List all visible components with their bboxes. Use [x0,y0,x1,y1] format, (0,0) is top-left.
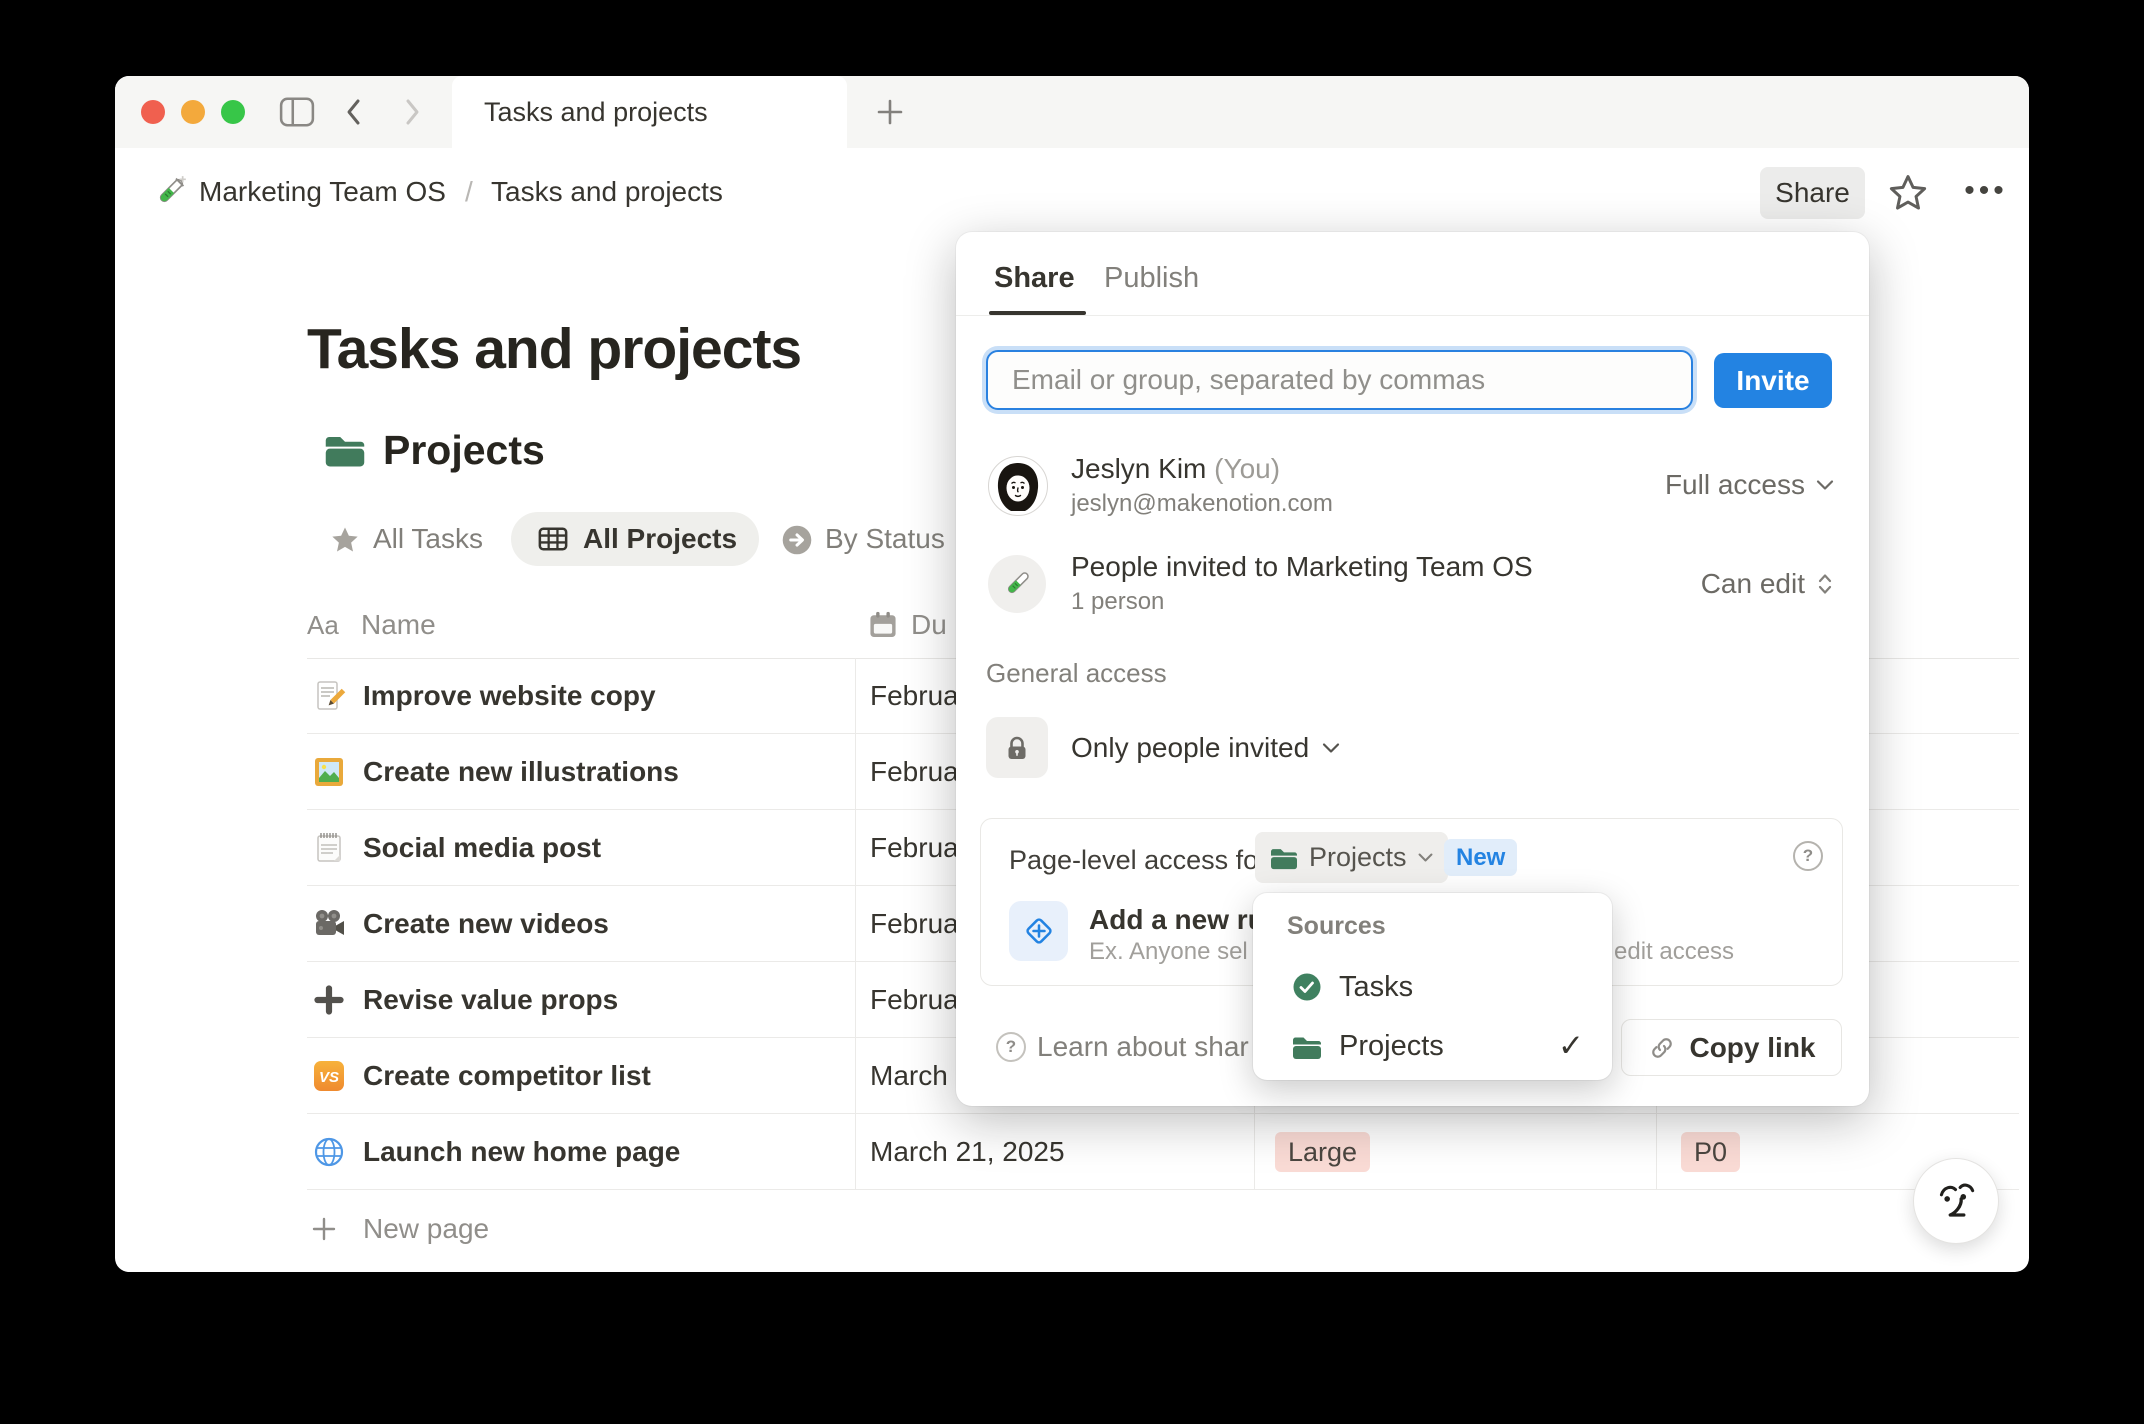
folder-icon [325,436,365,467]
lock-icon [1008,736,1026,759]
globe-icon [314,1137,344,1167]
access-dropdown-full-access[interactable]: Full access [1665,466,1835,504]
titlebar: Tasks and projects [115,76,2029,148]
person-portrait-icon [997,463,1039,511]
breadcrumb-page[interactable]: Tasks and projects [491,170,723,214]
person-name-line: Jeslyn Kim (You) [1071,453,1281,484]
tab-tasks-and-projects[interactable]: Tasks and projects [452,76,847,148]
dialog-tab-publish[interactable]: Publish [1104,258,1199,298]
framed-picture-icon [315,758,343,786]
sidebar-toggle-icon[interactable] [279,96,315,128]
table-row[interactable]: Launch new home page March 21, 2025 Larg… [307,1114,2019,1190]
invite-email-input[interactable] [986,350,1693,410]
minimize-window-button[interactable] [181,100,205,124]
dialog-tab-share[interactable]: Share [994,258,1075,298]
notion-face-icon [1939,1183,1975,1217]
add-rule-tile [1009,901,1068,961]
workspace-avatar [988,555,1046,613]
forward-icon[interactable] [403,97,423,127]
group-name: People invited to Marketing Team OS [1071,551,1533,582]
folder-icon [1293,1037,1321,1059]
tab-title: Tasks and projects [484,97,708,127]
more-options-icon[interactable]: ••• [1951,168,2021,218]
size-badge: Large [1275,1132,1371,1172]
close-window-button[interactable] [141,100,165,124]
general-access-label: General access [986,658,1167,688]
plus-icon [314,985,344,1015]
share-button[interactable]: Share [1760,167,1865,219]
text-property-icon: Aa [307,610,339,640]
help-icon[interactable]: ? [1793,841,1823,871]
priority-badge: P0 [1681,1132,1741,1172]
divider [956,315,1869,316]
group-count: 1 person [1071,588,1165,615]
svg-text:VS: VS [319,1069,339,1086]
chevron-up-down-icon [1818,574,1832,594]
link-icon [1652,1037,1673,1058]
you-suffix: (You) [1214,453,1281,484]
calendar-icon [870,611,896,637]
memo-icon [317,681,346,710]
invite-button[interactable]: Invite [1714,353,1832,408]
page-title: Tasks and projects [307,317,802,381]
add-rule-hint-tail: edit access [1614,938,1735,965]
sources-title: Sources [1287,912,1386,940]
arrow-circle-icon [782,525,812,555]
page-access-target-dropdown[interactable]: Projects [1255,832,1448,883]
add-rule-label[interactable]: Add a new ru [1089,903,1265,937]
lock-tile [986,717,1048,778]
breadcrumb-separator: / [465,176,473,207]
add-rule-hint: Ex. Anyone sel [1089,938,1248,965]
sources-popup: Sources Tasks Projects ✓ [1253,893,1612,1080]
plus-icon [312,1217,336,1241]
selected-check: ✓ [1558,1028,1584,1063]
person-email: jeslyn@makenotion.com [1071,490,1333,517]
new-page-button[interactable]: New page [307,1190,2019,1268]
back-icon[interactable] [343,97,363,127]
new-badge: New [1444,839,1518,876]
new-tab-icon[interactable] [874,96,906,128]
chevron-down-icon [1323,743,1340,753]
movie-camera-icon [316,910,344,935]
test-tube-icon [1007,572,1029,594]
access-dropdown-can-edit[interactable]: Can edit [1701,565,1835,603]
star-icon [332,527,358,552]
general-access-dropdown[interactable]: Only people invited [1071,729,1341,767]
avatar [988,456,1048,516]
folder-icon [1271,848,1297,869]
section-title[interactable]: Projects [383,426,545,474]
favorite-star-icon[interactable] [1887,172,1929,214]
notepad-icon [317,833,341,862]
test-tube-icon [159,176,186,203]
chevron-down-icon [1418,853,1433,862]
column-header-name[interactable]: Name [361,607,436,643]
notion-ai-button[interactable] [1913,1158,1999,1244]
zoom-window-button[interactable] [221,100,245,124]
help-icon: ? [996,1032,1026,1062]
vs-icon: VS [314,1061,344,1091]
app-window: Tasks and projects Marketing Team OS / T… [115,76,2029,1272]
view-tab-all-projects[interactable]: All Projects [511,512,759,566]
view-tab-all-tasks[interactable]: All Tasks [373,519,483,559]
diamond-plus-icon [1025,918,1052,944]
page-access-label: Page-level access for [1009,845,1268,875]
copy-link-button[interactable]: Copy link [1621,1019,1842,1076]
view-tab-by-status[interactable]: By Status [825,519,945,559]
column-header-due[interactable]: Du [911,607,947,643]
learn-about-sharing-link[interactable]: Learn about shar [1037,1028,1249,1066]
check-circle-icon [1293,973,1321,1001]
table-icon [538,527,568,551]
chevron-down-icon [1816,480,1834,490]
breadcrumb-workspace[interactable]: Marketing Team OS [199,170,446,214]
